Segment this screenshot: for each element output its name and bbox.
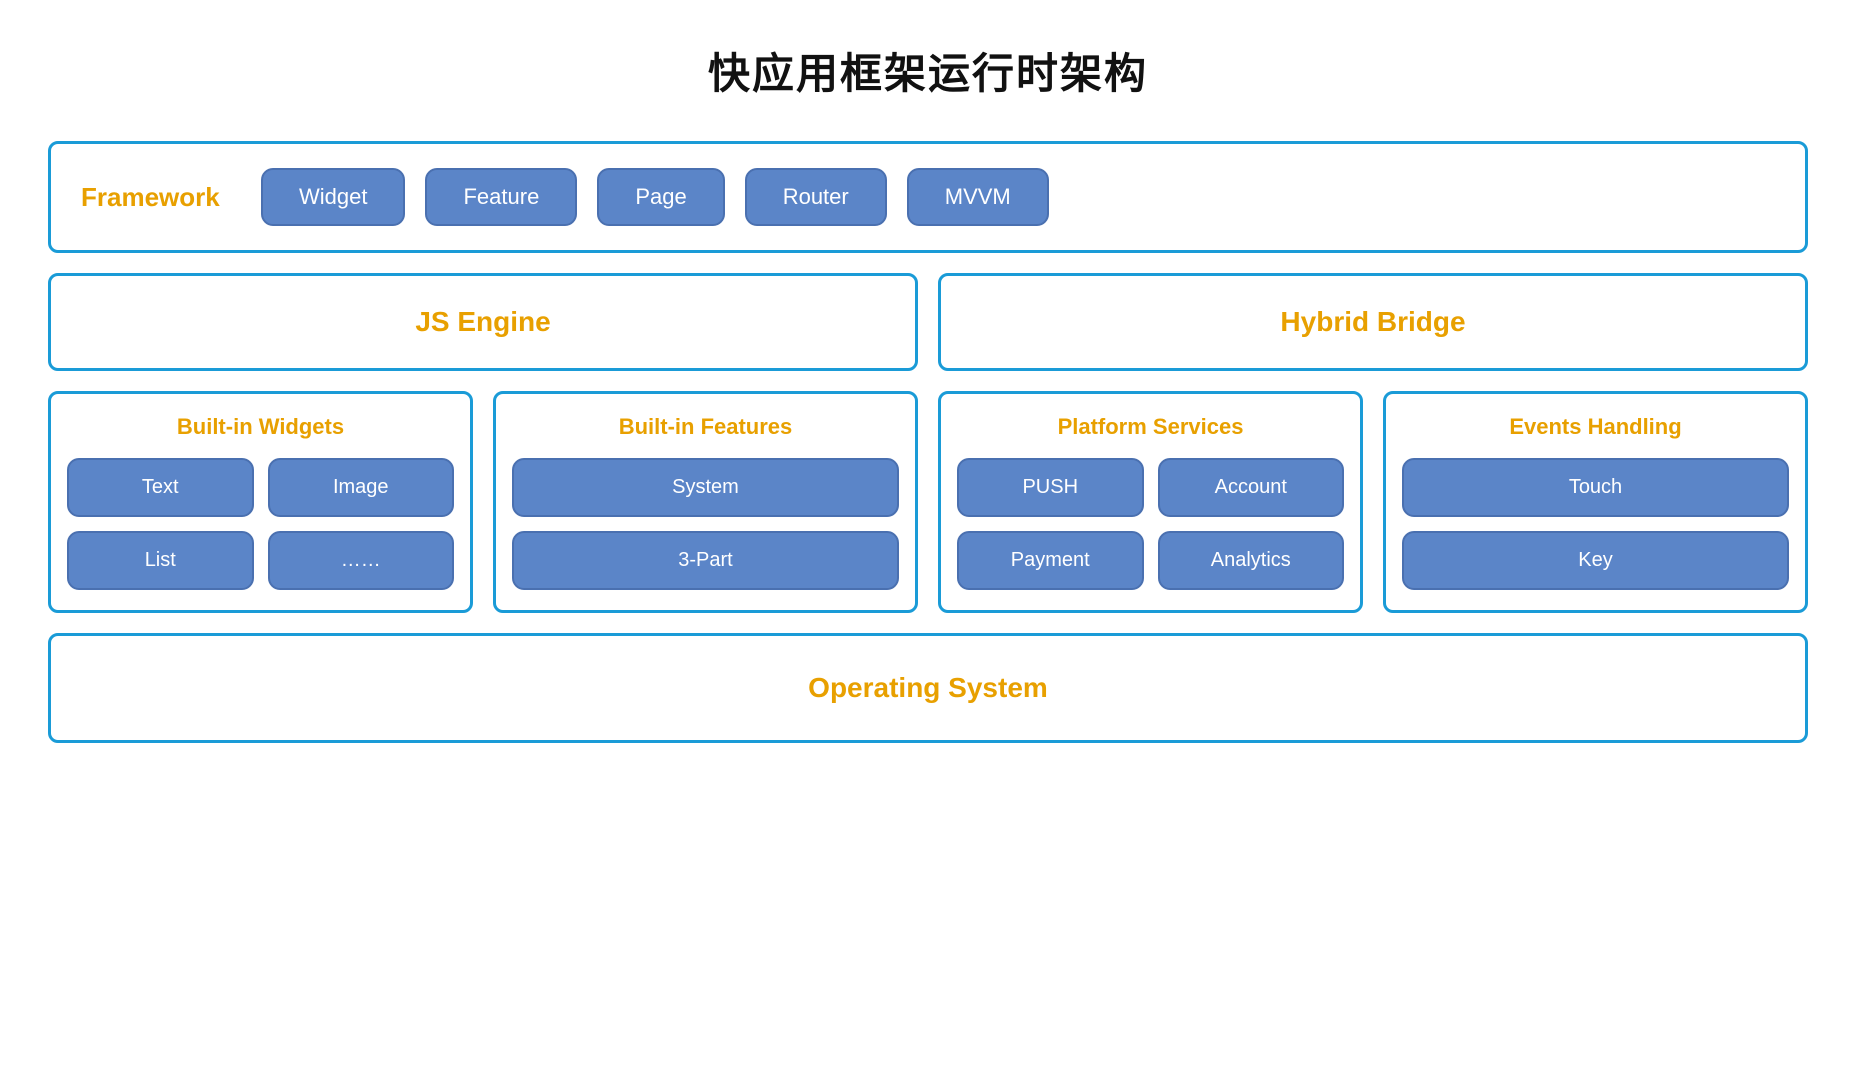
list-chip: List: [67, 531, 254, 590]
more-chip: ……: [268, 531, 455, 590]
push-chip: PUSH: [957, 458, 1144, 517]
framework-chips: Widget Feature Page Router MVVM: [261, 168, 1049, 226]
mvvm-chip: MVVM: [907, 168, 1049, 226]
payment-chip: Payment: [957, 531, 1144, 590]
js-engine-section: JS Engine: [48, 273, 918, 371]
page-chip: Page: [597, 168, 724, 226]
analytics-chip: Analytics: [1158, 531, 1345, 590]
builtin-widgets-title: Built-in Widgets: [177, 414, 344, 440]
builtin-widgets-section: Built-in Widgets Text Image List ……: [48, 391, 473, 613]
widget-chip: Widget: [261, 168, 405, 226]
builtin-features-section: Built-in Features System 3-Part: [493, 391, 918, 613]
os-section: Operating System: [48, 633, 1808, 743]
system-chip: System: [512, 458, 899, 517]
architecture-diagram: Framework Widget Feature Page Router MVV…: [48, 141, 1808, 743]
touch-chip: Touch: [1402, 458, 1789, 517]
hybrid-bridge-section: Hybrid Bridge: [938, 273, 1808, 371]
account-chip: Account: [1158, 458, 1345, 517]
builtin-features-title: Built-in Features: [619, 414, 793, 440]
router-chip: Router: [745, 168, 887, 226]
3part-chip: 3-Part: [512, 531, 899, 590]
framework-label: Framework: [81, 182, 231, 213]
os-label: Operating System: [808, 672, 1048, 704]
hybrid-bridge-label: Hybrid Bridge: [1280, 306, 1465, 338]
text-chip: Text: [67, 458, 254, 517]
platform-services-section: Platform Services PUSH Account Payment A…: [938, 391, 1363, 613]
feature-chip: Feature: [425, 168, 577, 226]
key-chip: Key: [1402, 531, 1789, 590]
framework-section: Framework Widget Feature Page Router MVV…: [48, 141, 1808, 253]
events-handling-section: Events Handling Touch Key: [1383, 391, 1808, 613]
events-handling-title: Events Handling: [1509, 414, 1681, 440]
platform-services-title: Platform Services: [1058, 414, 1244, 440]
js-engine-label: JS Engine: [415, 306, 550, 338]
modules-row: Built-in Widgets Text Image List …… Buil…: [48, 391, 1808, 613]
engine-bridge-row: JS Engine Hybrid Bridge: [48, 273, 1808, 371]
page-title: 快应用框架运行时架构: [708, 40, 1148, 101]
image-chip: Image: [268, 458, 455, 517]
